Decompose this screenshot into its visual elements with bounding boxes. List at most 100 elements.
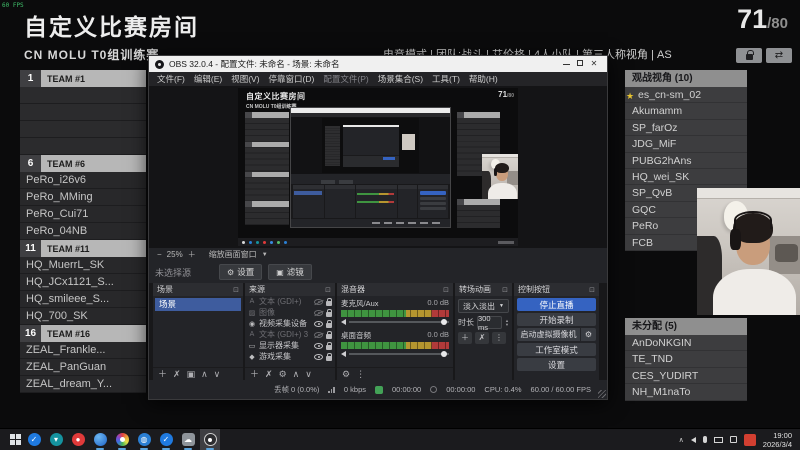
empty-slot[interactable]: [20, 138, 146, 155]
dock-popout-icon[interactable]: ⊡: [325, 286, 331, 294]
spectator-row[interactable]: HQ_wei_SK: [625, 168, 747, 186]
lock-icon[interactable]: [326, 297, 332, 306]
unassigned-row[interactable]: CES_YUDIRT: [625, 367, 747, 385]
taskbar-app-2[interactable]: ▾: [46, 429, 66, 450]
player-row[interactable]: HQ_700_SK: [20, 308, 146, 325]
taskbar-app-5[interactable]: [112, 429, 132, 450]
lock-icon[interactable]: [326, 341, 332, 350]
visibility-on-icon[interactable]: [314, 353, 323, 360]
add-scene-icon[interactable]: ＋: [158, 369, 167, 379]
menu-edit[interactable]: 编辑(E): [194, 73, 222, 85]
zoom-out-icon[interactable]: −: [157, 250, 162, 259]
source-properties-button[interactable]: ⚙ 设置: [219, 264, 263, 280]
taskbar-app-3[interactable]: ●: [68, 429, 88, 450]
unassigned-row[interactable]: AnDoNKGIN: [625, 335, 747, 352]
taskbar-app-4[interactable]: [90, 429, 110, 450]
player-row[interactable]: PeRo_04NB: [20, 223, 146, 240]
transition-type-dropdown[interactable]: 淡入淡出 ▼: [458, 299, 509, 313]
spectator-row[interactable]: ★ es_cn-sm_02: [625, 87, 747, 104]
player-row[interactable]: HQ_MuerrL_SK: [20, 257, 146, 274]
start-virtual-camera-button[interactable]: 启动虚拟摄像机: [517, 328, 580, 341]
scene-item-selected[interactable]: 场景: [155, 298, 241, 311]
swap-team-button[interactable]: ⇄: [766, 48, 792, 63]
remove-scene-icon[interactable]: ✗: [173, 369, 181, 379]
menu-tools[interactable]: 工具(T): [432, 73, 460, 85]
lock-icon[interactable]: [326, 352, 332, 361]
move-up-icon[interactable]: ∧: [293, 369, 300, 379]
lock-icon[interactable]: [326, 319, 332, 328]
speaker-icon[interactable]: [341, 351, 346, 357]
start-button[interactable]: [10, 433, 22, 446]
preview-fit-dropdown[interactable]: 缩放画面窗口: [209, 249, 257, 260]
spectator-row[interactable]: JDG_MiF: [625, 136, 747, 153]
visibility-on-icon[interactable]: [314, 320, 323, 327]
taskbar-app-6[interactable]: ◍: [134, 429, 154, 450]
player-row[interactable]: ZEAL_Frankle...: [20, 342, 146, 359]
tray-red-app-icon[interactable]: [743, 433, 756, 446]
virtual-camera-settings-button[interactable]: ⚙: [581, 328, 596, 341]
menu-file[interactable]: 文件(F): [157, 73, 185, 85]
remove-transition-icon[interactable]: ✗: [475, 332, 489, 344]
close-button[interactable]: ✕: [587, 60, 601, 68]
remove-source-icon[interactable]: ✗: [265, 369, 273, 379]
transition-options-icon[interactable]: ⋮: [492, 332, 506, 344]
player-row[interactable]: PeRo_i26v6: [20, 172, 146, 189]
menu-scene-collection[interactable]: 场景集合(S): [378, 73, 423, 85]
zoom-in-icon[interactable]: ＋: [188, 249, 196, 260]
move-up-icon[interactable]: ∧: [201, 369, 208, 379]
obs-preview-canvas[interactable]: 自定义比赛房间 CN MOLU T0组训练赛 71/80: [149, 86, 607, 248]
player-row[interactable]: ZEAL_PanGuan: [20, 359, 146, 376]
taskbar-app-1[interactable]: ✓: [24, 429, 44, 450]
player-row[interactable]: PeRo_MMing: [20, 189, 146, 206]
source-row[interactable]: ▨ 图像: [245, 307, 335, 318]
lock-room-button[interactable]: [736, 48, 762, 63]
studio-mode-button[interactable]: 工作室模式: [517, 343, 596, 356]
source-row[interactable]: ◆ 游戏采集: [245, 351, 335, 362]
source-row[interactable]: ◉ 视频采集设备: [245, 318, 335, 329]
speaker-icon[interactable]: [341, 319, 346, 325]
spectator-row[interactable]: SP_farOz: [625, 119, 747, 137]
tray-expand-icon[interactable]: ∧: [679, 436, 684, 444]
mixer-settings-icon[interactable]: ⚙: [342, 369, 350, 379]
more-options-icon[interactable]: ⋮: [356, 369, 365, 379]
move-down-icon[interactable]: ∨: [305, 369, 312, 379]
volume-icon[interactable]: [690, 436, 696, 443]
add-source-icon[interactable]: ＋: [250, 369, 259, 379]
lock-icon[interactable]: [326, 308, 332, 317]
source-row[interactable]: A 文本 (GDI+) 3: [245, 329, 335, 340]
empty-slot[interactable]: [20, 104, 146, 121]
add-transition-icon[interactable]: ＋: [458, 332, 472, 344]
display-icon[interactable]: [713, 436, 723, 443]
taskbar-app-obs[interactable]: [200, 428, 220, 450]
empty-slot[interactable]: [20, 121, 146, 138]
visibility-on-icon[interactable]: [314, 342, 323, 349]
taskbar-app-7[interactable]: ✓: [156, 429, 176, 450]
clock[interactable]: 19:00 2026/3/4: [763, 431, 792, 449]
spectator-row[interactable]: Akumamm: [625, 103, 747, 120]
menu-profile[interactable]: 配置文件(P): [323, 73, 368, 85]
source-row[interactable]: A 文本 (GDI+): [245, 296, 335, 307]
dock-popout-icon[interactable]: ⊡: [502, 286, 508, 294]
source-filters-button[interactable]: ▣ 滤镜: [268, 264, 312, 280]
menu-docks[interactable]: 停靠窗口(D): [269, 73, 315, 85]
spin-down-icon[interactable]: ▼: [505, 322, 509, 327]
menu-view[interactable]: 视图(V): [231, 73, 259, 85]
unassigned-row[interactable]: NH_M1naTo: [625, 384, 747, 401]
player-row[interactable]: HQ_JCx1121_S...: [20, 274, 146, 291]
maximize-button[interactable]: [573, 60, 587, 68]
dock-popout-icon[interactable]: ⊡: [443, 286, 449, 294]
source-properties-icon[interactable]: ⚙: [279, 369, 287, 379]
scene-filters-icon[interactable]: ▣: [187, 369, 196, 379]
resize-grip[interactable]: [598, 390, 606, 398]
dock-popout-icon[interactable]: ⊡: [589, 286, 595, 294]
obs-titlebar[interactable]: OBS 32.0.4 - 配置文件: 未命名 - 场景: 未命名 ✕: [149, 56, 607, 72]
microphone-icon[interactable]: [702, 436, 707, 443]
empty-slot[interactable]: [20, 87, 146, 104]
player-row[interactable]: ZEAL_dream_Y...: [20, 376, 146, 393]
start-recording-button[interactable]: 开始录制: [517, 313, 596, 326]
visibility-off-icon[interactable]: [314, 309, 323, 316]
visibility-off-icon[interactable]: [314, 331, 323, 338]
dock-popout-icon[interactable]: ⊡: [233, 286, 239, 294]
source-row[interactable]: ▭ 显示器采集: [245, 340, 335, 351]
volume-slider[interactable]: [349, 319, 449, 325]
